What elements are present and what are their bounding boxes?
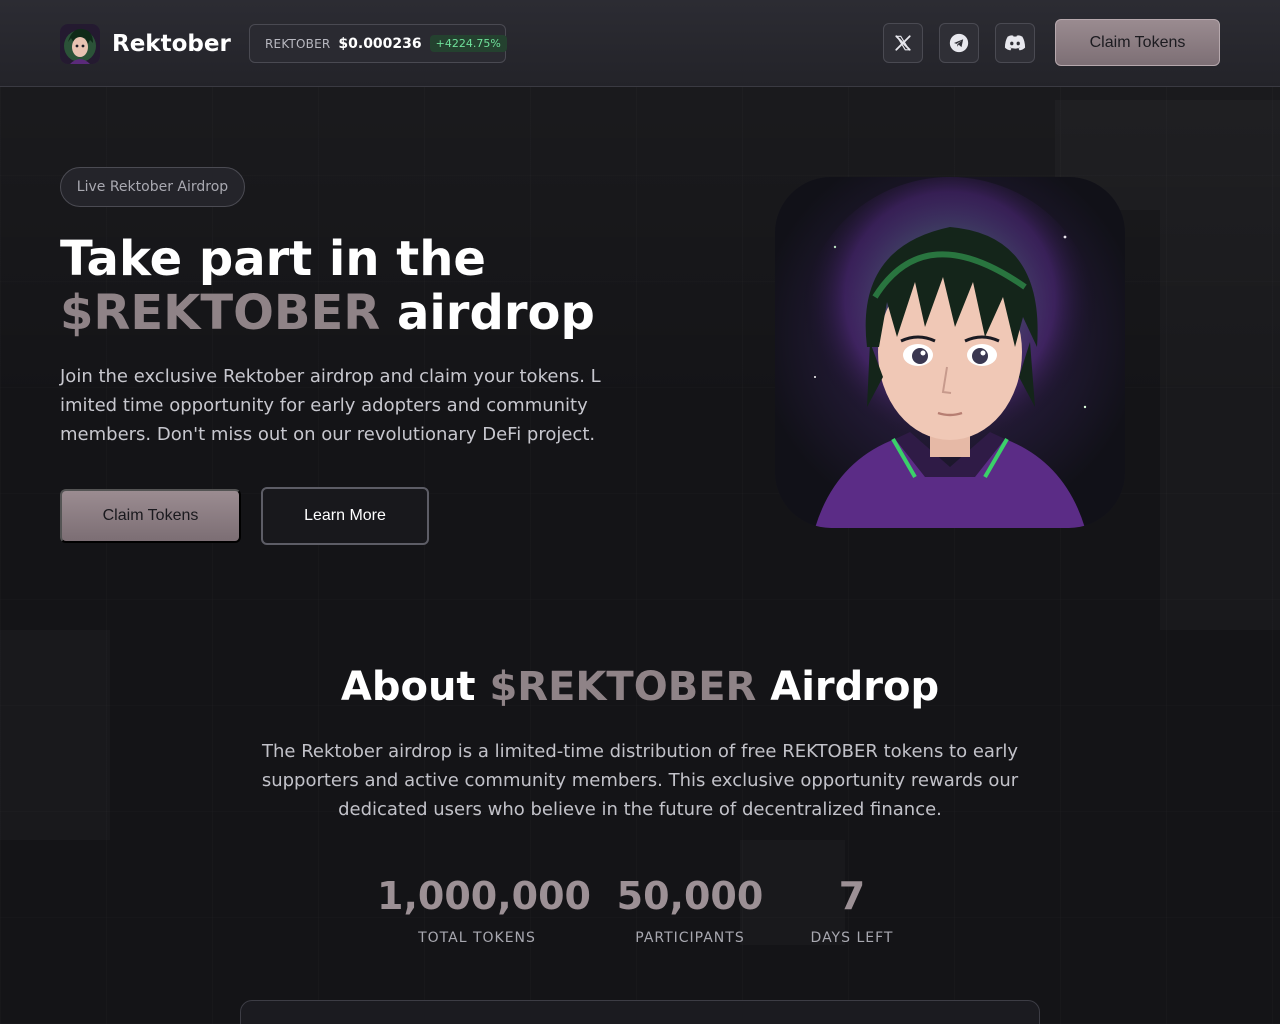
stat-value: 50,000 (616, 874, 764, 918)
token-ticker: REKTOBER $0.000236 +4224.75% (249, 24, 507, 63)
brand[interactable]: Rektober (60, 24, 231, 64)
x-link[interactable] (883, 23, 923, 63)
stat-label: DAYS LEFT (810, 930, 894, 946)
x-icon (895, 35, 911, 51)
telegram-icon (949, 33, 969, 53)
stat-participants: 50,000 PARTICIPANTS (610, 872, 770, 946)
airdrop-card (240, 1000, 1040, 1024)
claim-tokens-button[interactable]: Claim Tokens (60, 489, 241, 543)
hero-description: Join the exclusive Rektober airdrop and … (60, 366, 601, 445)
hero-title: Take part in the $REKTOBER airdrop (60, 232, 680, 340)
live-airdrop-badge: Live Rektober Airdrop (60, 167, 245, 207)
discord-icon (1004, 35, 1026, 51)
hero-title-line1: Take part in the (60, 231, 486, 287)
stat-days-left: 7 DAYS LEFT (802, 872, 902, 946)
stat-value: 1,000,000 (377, 874, 591, 918)
ticker-price: $0.000236 (338, 35, 422, 52)
discord-link[interactable] (995, 23, 1035, 63)
learn-more-button[interactable]: Learn More (261, 487, 429, 545)
background-block (0, 630, 110, 840)
brand-logo (60, 24, 100, 64)
about-title-prefix: About (340, 664, 490, 710)
about-description: The Rektober airdrop is a limited-time d… (261, 741, 1019, 820)
hero-title-rest: airdrop (380, 285, 595, 341)
about-title-suffix: Airdrop (756, 664, 940, 710)
stat-label: TOTAL TOKENS (418, 930, 536, 946)
ticker-change: +4224.75% (429, 35, 507, 52)
background-block (1160, 210, 1280, 630)
telegram-link[interactable] (939, 23, 979, 63)
about-title: About $REKTOBER Airdrop (0, 664, 1280, 710)
stat-total-tokens: 1,000,000 TOTAL TOKENS (377, 872, 591, 946)
top-navbar: Rektober REKTOBER $0.000236 +4224.75% Cl… (0, 0, 1280, 87)
stat-value: 7 (838, 874, 866, 918)
claim-tokens-header-button[interactable]: Claim Tokens (1055, 19, 1220, 66)
brand-name: Rektober (112, 31, 231, 57)
hero-character-image (775, 177, 1125, 528)
stat-label: PARTICIPANTS (635, 930, 745, 946)
ticker-symbol: REKTOBER (265, 36, 331, 51)
hero-title-accent: $REKTOBER (60, 285, 381, 341)
about-title-accent: $REKTOBER (489, 664, 757, 710)
